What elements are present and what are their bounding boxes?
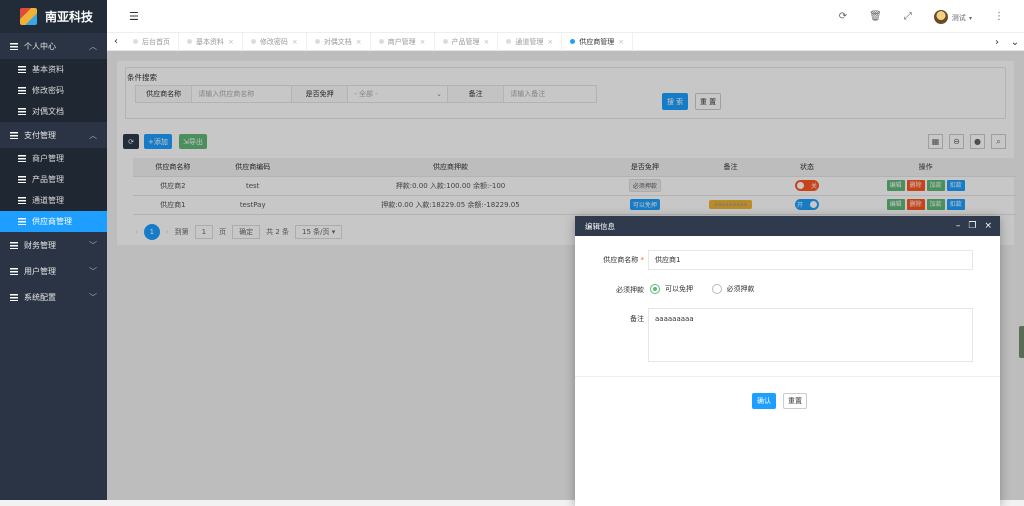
supplier-name-input[interactable]: 供应商1 [648,250,973,270]
tab-bar: ‹ 后台首页 基本资料× 修改密码× 对偶文档× 商户管理× 产品管理× 通道管… [107,33,1024,51]
close-icon[interactable]: × [484,38,490,46]
sidebar-item-docs[interactable]: 对偶文档 [0,101,107,122]
logo-cube-icon [20,8,37,25]
tab-scroll-left-icon[interactable]: ‹ [107,36,125,47]
tab-home[interactable]: 后台首页 [125,33,179,51]
list-icon [18,108,26,115]
trash-icon[interactable]: 🗑 [869,11,882,22]
tab-scroll-right-icon[interactable]: › [988,37,1006,48]
tab-profile[interactable]: 基本资料× [179,33,243,51]
dialog-title: 编辑信息 [585,221,615,232]
sidebar-item-profile[interactable]: 基本资料 [0,59,107,80]
list-icon [18,176,26,183]
close-icon[interactable]: × [420,38,426,46]
chevron-down-icon: ﹀ [89,266,97,277]
close-icon[interactable]: × [547,38,553,46]
brand-name: 南亚科技 [45,8,93,25]
sidebar-item-channel[interactable]: 通道管理 [0,190,107,211]
reset-button[interactable]: 重置 [783,393,807,409]
list-icon [10,268,18,275]
tab-dot-icon [570,39,575,44]
avatar [934,10,948,24]
brand-logo[interactable]: 南亚科技 [0,0,107,33]
chevron-up-icon: ︿ [89,130,97,141]
menu-group-users[interactable]: 用户管理 ﹀ [0,258,107,284]
tab-dot-icon [506,39,511,44]
menu-toggle-icon[interactable]: ☰ [129,10,139,23]
tab-docs[interactable]: 对偶文档× [307,33,371,51]
minimize-icon[interactable]: – [956,221,961,231]
radio-exempt-allowed[interactable]: 可以免押 [650,284,693,294]
restore-icon[interactable]: ❐ [968,221,976,231]
menu-group-personal[interactable]: 个人中心 ︿ [0,33,107,59]
list-icon [18,87,26,94]
radio-checked-icon [650,284,660,294]
menu-group-system[interactable]: 系统配置 ﹀ [0,284,107,310]
divider [575,376,1000,377]
tab-dot-icon [315,39,320,44]
close-icon[interactable]: × [228,38,234,46]
caret-down-icon: ▾ [969,15,972,22]
close-icon[interactable]: × [356,38,362,46]
tab-product[interactable]: 产品管理× [435,33,499,51]
form-row-name: 供应商名称 * 供应商1 [575,250,1000,270]
chevron-up-icon: ︿ [89,41,97,52]
radio-deposit-required[interactable]: 必须押款 [712,284,755,294]
side-handle[interactable] [1019,326,1024,358]
list-icon [10,294,18,301]
tab-dot-icon [251,39,256,44]
list-icon [10,132,18,139]
tab-supplier[interactable]: 供应商管理× [562,33,633,51]
form-row-exempt: 必须押款 可以免押 必须押款 [575,284,1000,296]
tab-dot-icon [133,39,138,44]
confirm-button[interactable]: 确认 [752,393,776,409]
tab-dot-icon [187,39,192,44]
list-icon [18,218,26,225]
sidebar-item-merchant[interactable]: 商户管理 [0,148,107,169]
menu-group-payment[interactable]: 支付管理 ︿ [0,122,107,148]
more-vertical-icon[interactable]: ⋮ [994,11,1004,22]
tab-dot-icon [443,39,448,44]
topbar: ☰ ⟳ 🗑 ⤢ 测试 ▾ ⋮ [107,0,1024,33]
fullscreen-icon[interactable]: ⤢ [904,11,912,22]
tab-channel[interactable]: 通道管理× [498,33,562,51]
list-icon [18,66,26,73]
close-icon[interactable]: × [618,38,624,46]
sidebar-item-product[interactable]: 产品管理 [0,169,107,190]
form-row-remark: 备注 aaaaaaaaa [575,308,1000,362]
dialog-header[interactable]: 编辑信息 – ❐ × [575,216,1000,236]
edit-dialog: 编辑信息 – ❐ × 供应商名称 * 供应商1 必须押款 可以免押 必须押款 备… [575,216,1000,506]
tab-merchant[interactable]: 商户管理× [371,33,435,51]
tab-dot-icon [379,39,384,44]
sidebar-item-password[interactable]: 修改密码 [0,80,107,101]
chevron-down-icon: ﹀ [89,292,97,303]
list-icon [10,43,18,50]
sidebar: 南亚科技 个人中心 ︿ 基本资料 修改密码 对偶文档 支付管理 ︿ 商户管理 产… [0,0,107,500]
radio-unchecked-icon [712,284,722,294]
tab-password[interactable]: 修改密码× [243,33,307,51]
list-icon [18,197,26,204]
menu-group-label: 支付管理 [24,130,56,141]
close-icon[interactable]: × [292,38,298,46]
chevron-down-icon[interactable]: ⌄ [1006,37,1024,48]
close-icon[interactable]: × [984,221,992,231]
user-menu[interactable]: 测试 ▾ [934,10,972,24]
refresh-icon[interactable]: ⟳ [839,11,847,22]
remark-textarea[interactable]: aaaaaaaaa [648,308,973,362]
list-icon [10,242,18,249]
menu-group-finance[interactable]: 财务管理 ﹀ [0,232,107,258]
required-mark: * [641,256,645,264]
list-icon [18,155,26,162]
chevron-down-icon: ﹀ [89,240,97,251]
sidebar-item-supplier[interactable]: 供应商管理 [0,211,107,232]
menu-group-label: 个人中心 [24,41,56,52]
